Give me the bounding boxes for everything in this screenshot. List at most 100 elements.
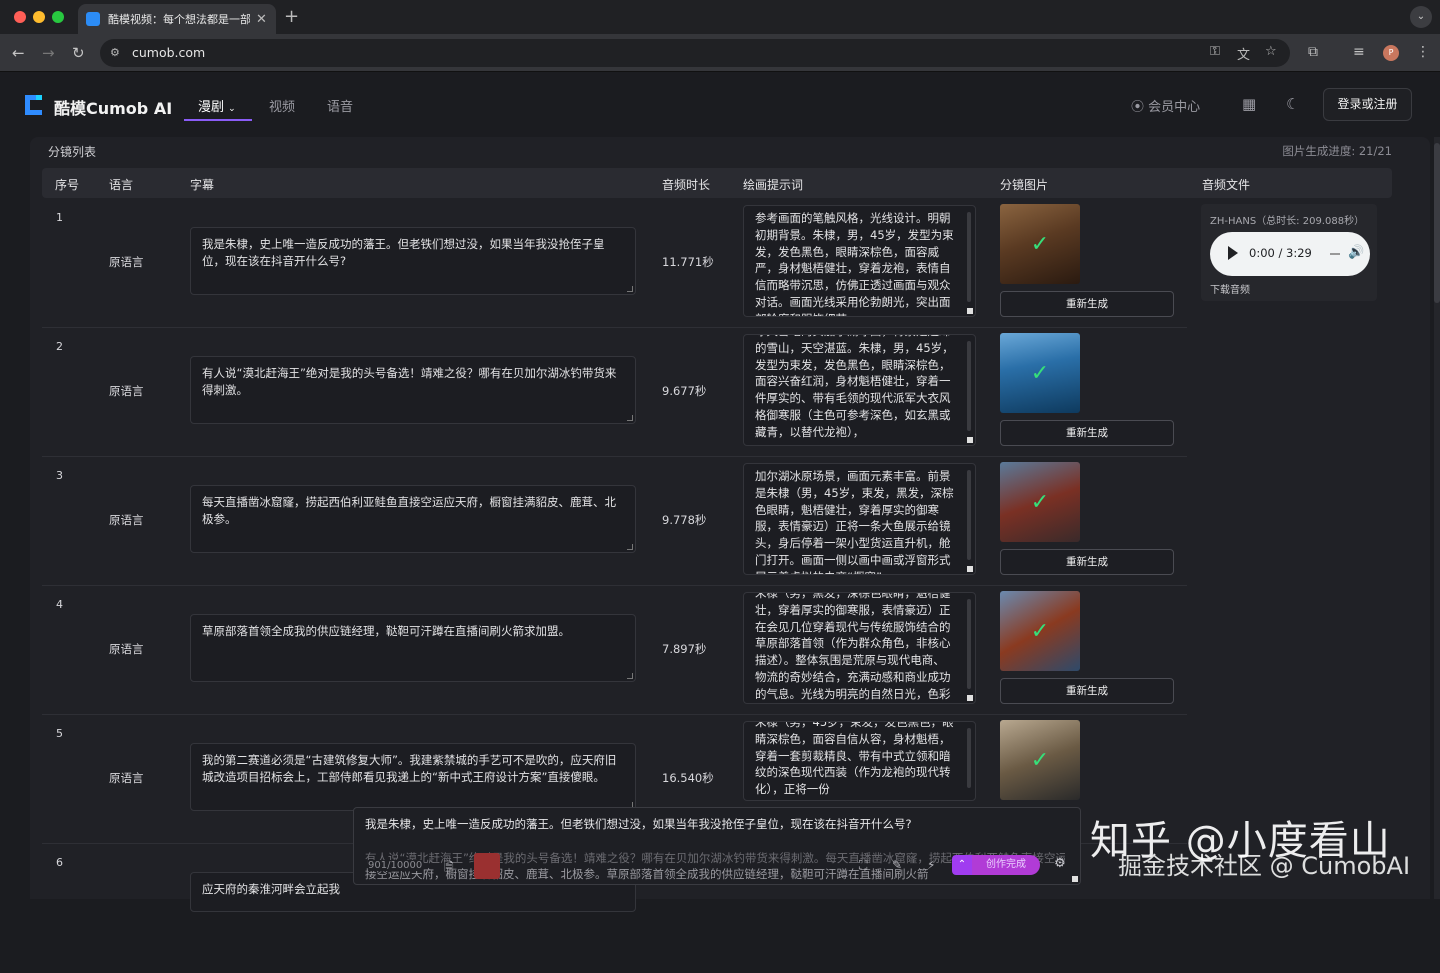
- dark-mode-moon-icon[interactable]: ☾: [1286, 95, 1299, 113]
- extensions-icon[interactable]: ⧉: [1308, 44, 1318, 60]
- browser-tab[interactable]: 酷模视频：每个想法都是一部大 ✕: [78, 4, 276, 34]
- lightning-icon[interactable]: ⚡: [927, 858, 935, 872]
- regenerate-button[interactable]: 重新生成: [1000, 549, 1174, 575]
- member-center-label: 会员中心: [1148, 100, 1201, 115]
- minimize-window-button[interactable]: [33, 11, 45, 23]
- subtitle-textarea[interactable]: 草原部落首领全成我的供应链经理，鞑靼可汗蹲在直播间刷火箭求加盟。: [190, 614, 636, 682]
- app-header: 酷模Cumob AI 漫剧 ⌄ 视频 语音 ⦿ 会员中心 ▦ ☾ 登录或注册: [0, 73, 1440, 137]
- nav-tab-video[interactable]: 视频: [269, 96, 295, 115]
- prompt-scrollbar[interactable]: [967, 341, 971, 431]
- media-controls-icon[interactable]: ≡: [1353, 44, 1365, 60]
- storyboard-image[interactable]: ✓: [1000, 333, 1080, 413]
- regenerate-button[interactable]: 重新生成: [1000, 420, 1174, 446]
- translate-icon[interactable]: 文: [1237, 44, 1250, 63]
- prompt-textarea[interactable]: 朱棣（男，黑发，深棕色眼睛，魁梧健壮，穿着厚实的御寒服，表情豪迈）正在会见几位穿…: [743, 592, 976, 704]
- browser-toolbar: ← → ↻ ⚙ cumob.com ⚿ 文 ☆ ⧉ ≡ P ⋮: [0, 34, 1440, 72]
- prompt-textarea[interactable]: 参考画面的笔触风格，光线设计。明朝初期背景。朱棣，男，45岁，发型为束发，发色黑…: [743, 205, 976, 317]
- bookmark-star-icon[interactable]: ☆: [1265, 44, 1277, 59]
- prompt-scrollbar[interactable]: [967, 212, 971, 302]
- resize-handle[interactable]: [967, 566, 973, 572]
- regenerate-button[interactable]: 重新生成: [1000, 291, 1174, 317]
- regenerate-button[interactable]: 重新生成: [1000, 678, 1174, 704]
- finish-creation-button[interactable]: 创作完成: [972, 855, 1040, 875]
- storyboard-image[interactable]: ✓: [1000, 204, 1080, 284]
- login-register-button[interactable]: 登录或注册: [1323, 88, 1412, 121]
- resize-handle[interactable]: [967, 695, 973, 701]
- prompt-scrollbar[interactable]: [967, 470, 971, 560]
- subtitle-textarea[interactable]: 我是朱棣，史上唯一造反成功的藩王。但老铁们想过没，如果当年我没抢侄子皇位，现在该…: [190, 227, 636, 295]
- document-icon[interactable]: 🗎: [444, 858, 454, 879]
- row-duration: 9.677秒: [662, 384, 707, 398]
- member-center-link[interactable]: ⦿ 会员中心: [1131, 96, 1200, 115]
- resize-handle[interactable]: [627, 286, 633, 292]
- image-progress: 图片生成进度: 21/21: [1282, 144, 1392, 158]
- audio-progress-bar[interactable]: [1330, 253, 1340, 255]
- subtitle-text: 应天府的秦淮河畔会立起我: [202, 882, 340, 896]
- storyboard-image[interactable]: ✓: [1000, 720, 1080, 800]
- row-language: 原语言: [109, 255, 144, 269]
- volume-icon[interactable]: 🔊: [1348, 245, 1364, 260]
- subtitle-text: 有人说“漠北赶海王”绝对是我的头号备选！靖难之役？哪有在贝加尔湖冰钓带货来得刺激…: [202, 366, 617, 397]
- resize-handle[interactable]: [627, 673, 633, 679]
- subtitle-textarea[interactable]: 每天直播凿冰窟窿，捞起西伯利亚鲑鱼直接空运应天府，橱窗挂满貂皮、鹿茸、北极参。: [190, 485, 636, 553]
- storyboard-image[interactable]: ✓: [1000, 462, 1080, 542]
- character-avatar[interactable]: [474, 853, 500, 879]
- address-bar[interactable]: ⚙ cumob.com ⚿ 文 ☆: [100, 39, 1290, 67]
- settings-gear-icon[interactable]: ⚙: [1054, 856, 1066, 871]
- subtitle-textarea[interactable]: 我的第二赛道必须是“古建筑修复大师”。我建紫禁城的手艺可不是吹的，应天府旧城改造…: [190, 743, 636, 811]
- subtitle-text: 我是朱棣，史上唯一造反成功的藩王。但老铁们想过没，如果当年我没抢侄子皇位，现在该…: [202, 237, 605, 268]
- row-language: 原语言: [109, 771, 144, 785]
- password-key-icon[interactable]: ⚿: [1210, 44, 1220, 59]
- audio-file-card: ZH-HANS（总时长: 209.088秒） 0:00 / 3:29 🔊 下载音…: [1201, 204, 1377, 301]
- subtitle-text: 草原部落首领全成我的供应链经理，鞑靼可汗蹲在直播间刷火箭求加盟。: [202, 624, 570, 638]
- prompt-scrollbar[interactable]: [967, 728, 971, 788]
- resize-handle[interactable]: [627, 544, 633, 550]
- profile-avatar[interactable]: P: [1383, 45, 1399, 61]
- back-icon[interactable]: ←: [12, 44, 25, 62]
- panel-scrollbar[interactable]: [1434, 137, 1440, 899]
- site-info-icon[interactable]: ⚙: [110, 46, 120, 59]
- tab-search-icon[interactable]: ⌄: [1410, 6, 1432, 28]
- scrollbar-thumb[interactable]: [1434, 143, 1440, 303]
- nav-tab-manju[interactable]: 漫剧 ⌄: [198, 96, 236, 115]
- resize-handle[interactable]: [627, 415, 633, 421]
- prompt-scrollbar[interactable]: [967, 599, 971, 689]
- browser-menu-icon[interactable]: ⋮: [1416, 44, 1430, 60]
- prompt-textarea[interactable]: 冰天雪地的贝加尔湖冰面，背景是连绵的雪山，天空湛蓝。朱棣，男，45岁，发型为束发…: [743, 334, 976, 446]
- resize-handle[interactable]: [967, 308, 973, 314]
- prompt-text: 冰天雪地的贝加尔湖冰面，背景是连绵的雪山，天空湛蓝。朱棣，男，45岁，发型为束发…: [755, 335, 954, 439]
- prompt-textarea[interactable]: 朱棣（男，45岁，束发，发色黑色，眼睛深棕色，面容自信从容，身材魁梧，穿着一套剪…: [743, 721, 976, 801]
- nav-tab-voice[interactable]: 语音: [327, 96, 353, 115]
- row-index: 5: [56, 727, 63, 740]
- maximize-window-button[interactable]: [52, 11, 64, 23]
- check-icon: ✓: [1030, 489, 1050, 515]
- subtitle-text: 每天直播凿冰窟窿，捞起西伯利亚鲑鱼直接空运应天府，橱窗挂满貂皮、鹿茸、北极参。: [202, 495, 616, 526]
- reload-icon[interactable]: ↻: [72, 44, 85, 62]
- table-header: 序号 语言 字幕 音频时长 绘画提示词 分镜图片 音频文件: [42, 168, 1392, 198]
- col-audio: 音频文件: [1202, 178, 1251, 192]
- window-controls: [14, 11, 64, 23]
- play-icon[interactable]: [1228, 246, 1238, 260]
- brand-name[interactable]: 酷模Cumob AI: [54, 95, 172, 119]
- new-tab-icon[interactable]: +: [284, 6, 299, 27]
- col-language: 语言: [109, 178, 134, 192]
- audio-player[interactable]: 0:00 / 3:29 🔊: [1210, 232, 1370, 276]
- subtitle-textarea[interactable]: 有人说“漠北赶海王”绝对是我的头号备选！靖难之役？哪有在贝加尔湖冰钓带货来得刺激…: [190, 356, 636, 424]
- resize-handle[interactable]: [967, 437, 973, 443]
- close-window-button[interactable]: [14, 11, 26, 23]
- storyboard-image[interactable]: ✓: [1000, 591, 1080, 671]
- prompt-text: 加尔湖冰原场景，画面元素丰富。前景是朱棣（男，45岁，束发，黑发，深棕色眼睛，魁…: [755, 469, 954, 574]
- script-editor[interactable]: 我是朱棣，史上唯一造反成功的藩王。但老铁们想过没，如果当年我没抢侄子皇位，现在该…: [353, 807, 1081, 885]
- row-language: 原语言: [109, 513, 144, 527]
- download-audio-link[interactable]: 下载音频: [1210, 281, 1250, 296]
- cumob-logo-icon[interactable]: [22, 93, 44, 117]
- chevron-up-icon[interactable]: ⌃: [952, 855, 972, 875]
- close-tab-icon[interactable]: ✕: [256, 12, 267, 27]
- resize-handle[interactable]: [1072, 876, 1078, 882]
- forward-icon[interactable]: →: [42, 44, 55, 62]
- fullscreen-icon[interactable]: ⛶: [859, 858, 867, 873]
- edit-icon[interactable]: ✎: [892, 858, 902, 872]
- check-icon: ✓: [1030, 360, 1050, 386]
- prompt-textarea[interactable]: 加尔湖冰原场景，画面元素丰富。前景是朱棣（男，45岁，束发，黑发，深棕色眼睛，魁…: [743, 463, 976, 575]
- grid-apps-icon[interactable]: ▦: [1242, 95, 1256, 113]
